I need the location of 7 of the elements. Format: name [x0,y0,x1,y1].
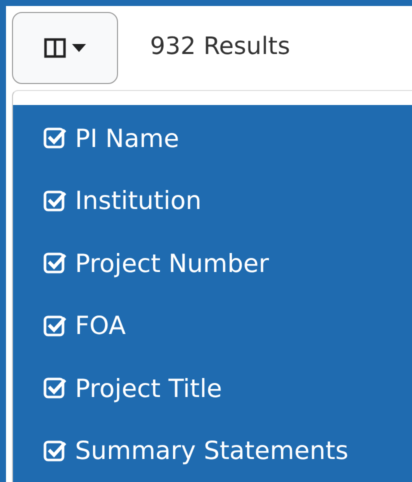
results-count: 932 Results [150,32,290,60]
menu-item-label[interactable]: FOA [75,311,126,340]
menu-item-label[interactable]: Summary Statements [75,436,348,466]
menu-item-label[interactable]: Institution [75,186,202,216]
menu-item-label[interactable]: Project Title [75,374,222,403]
menu-item-label[interactable]: PI Name [75,124,180,153]
menu-item-label[interactable]: Project Number [75,248,269,278]
